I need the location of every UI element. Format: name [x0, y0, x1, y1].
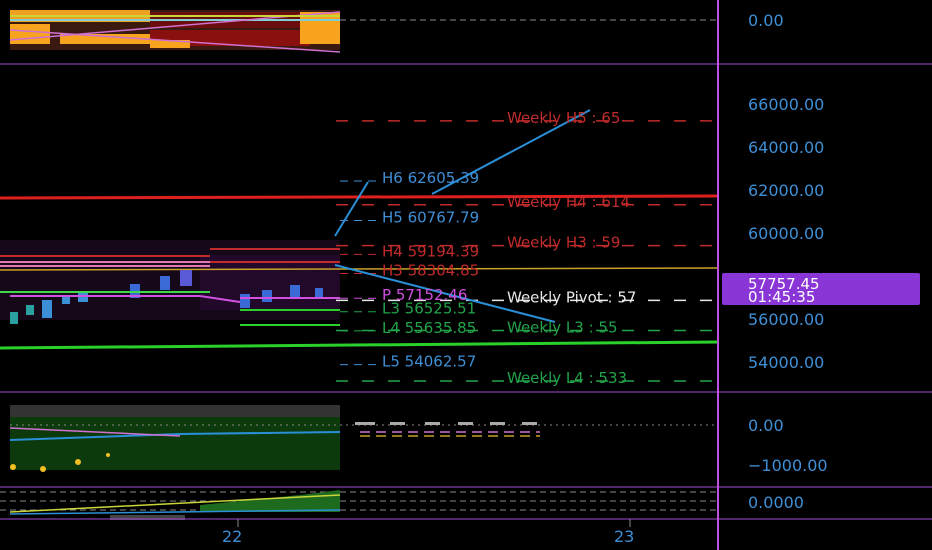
- daily-pivot-label: L3 56525.51: [382, 300, 476, 318]
- price-axis-tick: 60000.00: [748, 224, 824, 243]
- price-axis-tick: 56000.00: [748, 310, 824, 329]
- daily-pivot-label: H6 62605.39: [382, 169, 479, 187]
- price-axis-tick: 66000.00: [748, 95, 824, 114]
- price-axis-tick: 64000.00: [748, 138, 824, 157]
- osc-tick-min: −1000.00: [748, 456, 828, 475]
- countdown-timer: 01:45:35: [748, 288, 815, 306]
- weekly-pivot-label: Weekly L4 : 533: [507, 369, 627, 387]
- weekly-pivot-label: Weekly H3 : 59: [507, 234, 620, 252]
- daily-pivot-label: H3 58304.85: [382, 261, 479, 279]
- top-pane-tick: 0.00: [748, 11, 784, 30]
- weekly-pivot-label: Weekly H5 : 65: [507, 109, 620, 127]
- price-axis-tick: 54000.00: [748, 353, 824, 372]
- time-label: 22: [222, 527, 242, 546]
- bottom-pane-tick: 0.0000: [748, 493, 804, 512]
- weekly-pivot-label: Weekly L3 : 55: [507, 319, 618, 337]
- current-price-tag: 57757.45 01:45:35: [722, 273, 920, 306]
- daily-pivot-label: H5 60767.79: [382, 208, 479, 226]
- time-label: 23: [614, 527, 634, 546]
- daily-pivot-label: L5 54062.57: [382, 353, 476, 371]
- daily-pivot-label: L4 55635.85: [382, 319, 476, 337]
- weekly-pivot-label: Weekly Pivot : 57: [507, 288, 636, 306]
- daily-pivot-label: H4 59194.39: [382, 242, 479, 260]
- weekly-pivot-label: Weekly H4 : 614: [507, 193, 630, 211]
- osc-tick-zero: 0.00: [748, 416, 784, 435]
- price-axis-tick: 62000.00: [748, 181, 824, 200]
- chart-canvas[interactable]: H6 62605.39 H5 60767.79 H4 59194.39H3 5830…: [0, 0, 932, 550]
